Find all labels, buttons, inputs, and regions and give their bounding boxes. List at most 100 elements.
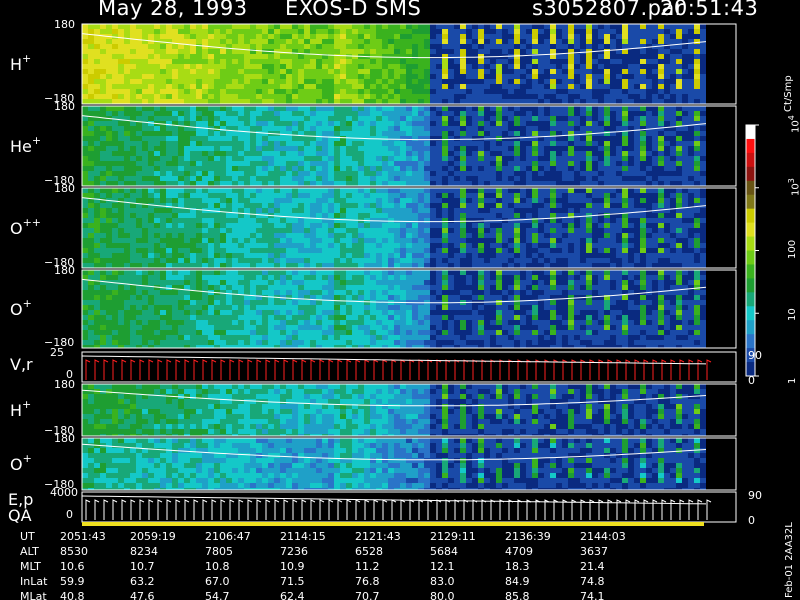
orbit-value: 7805 (205, 545, 233, 558)
right-tick-bottom: 0 (748, 514, 755, 527)
orbit-value: 54.7 (205, 590, 230, 600)
colorbar-segment (746, 334, 755, 349)
orbit-row-name: UT (20, 530, 35, 543)
right-tick-top: 90 (748, 489, 762, 502)
orbit-value: 40.8 (60, 590, 85, 600)
y-tick-bottom: 0 (66, 508, 73, 521)
orbit-value: 2129:11 (430, 530, 476, 543)
y-tick-top: 180 (54, 264, 75, 277)
orbit-value: 4709 (505, 545, 533, 558)
colorbar-segment (746, 194, 755, 210)
panel-heatmap (82, 24, 706, 104)
orbit-value: 71.5 (280, 575, 305, 588)
right-tick-top: 90 (748, 349, 762, 362)
orbit-value: 74.8 (580, 575, 605, 588)
orbit-value: 84.9 (505, 575, 530, 588)
plot-canvas (81, 23, 759, 526)
panel-frame (82, 352, 736, 382)
orbit-value: 63.2 (130, 575, 155, 588)
panel-label: H+ (10, 398, 32, 420)
orbit-row-name: InLat (20, 575, 48, 588)
header-time: 20:51:43 (660, 0, 759, 20)
orbit-value: 5684 (430, 545, 458, 558)
orbit-value: 11.2 (355, 560, 380, 573)
exos-d-sms-plot: May 28, 1993 EXOS-D SMS s3052807.par 20:… (0, 0, 800, 600)
panel-label: O+ (10, 452, 32, 474)
orbit-value: 2114:15 (280, 530, 326, 543)
orbit-value: 59.9 (60, 575, 85, 588)
orbit-value: 10.6 (60, 560, 85, 573)
panel-heatmap (82, 188, 706, 268)
panel-label: E,p QA (8, 490, 34, 525)
y-tick-top: 180 (54, 432, 75, 445)
orbit-value: 76.8 (355, 575, 380, 588)
orbit-value: 83.0 (430, 575, 455, 588)
colorbar-segment (746, 180, 755, 196)
right-tick-bottom: 0 (748, 374, 755, 387)
colorbar-tick-label: 100 (787, 239, 798, 259)
orbit-value: 85.8 (505, 590, 530, 600)
y-tick-top: 180 (54, 100, 75, 113)
orbit-value: 2106:47 (205, 530, 251, 543)
panel-heatmap (82, 270, 706, 348)
panel-frame (82, 492, 736, 522)
orbit-value: 2121:43 (355, 530, 401, 543)
orbit-value: 74.1 (580, 590, 605, 600)
colorbar-segment (746, 166, 755, 182)
colorbar-segment (746, 236, 755, 251)
y-tick-top: 25 (50, 346, 64, 359)
colorbar-segment (746, 250, 755, 265)
orbit-value: 2059:19 (130, 530, 176, 543)
colorbar-segment (746, 138, 755, 154)
panel-label: H+ (10, 52, 32, 74)
orbit-value: 70.7 (355, 590, 380, 600)
orbit-value: 47.6 (130, 590, 155, 600)
orbit-value: 2144:03 (580, 530, 626, 543)
orbit-value: 7236 (280, 545, 308, 558)
stamp: Feb-01 2AA32L (784, 522, 795, 598)
orbit-value: 12.1 (430, 560, 455, 573)
colorbar-segment (746, 264, 755, 279)
colorbar-segment (746, 208, 755, 224)
orbit-row-name: MLT (20, 560, 41, 573)
orbit-value: 2051:43 (60, 530, 106, 543)
colorbar-segment (746, 292, 755, 307)
orbit-value: 2136:39 (505, 530, 551, 543)
orbit-value: 10.8 (205, 560, 230, 573)
orbit-row-name: MLat (20, 590, 47, 600)
orbit-value: 62.4 (280, 590, 305, 600)
colorbar-segment (746, 320, 755, 335)
panel-label: O+ (10, 297, 32, 319)
colorbar-tick-label: 10 (787, 308, 798, 322)
orbit-value: 8234 (130, 545, 158, 558)
orbit-value: 6528 (355, 545, 383, 558)
y-tick-top: 180 (54, 18, 75, 31)
colorbar-segment (746, 306, 755, 321)
orbit-value: 18.3 (505, 560, 530, 573)
y-tick-top: 4000 (50, 486, 78, 499)
panel-label: O++ (10, 216, 42, 238)
orbit-value: 10.9 (280, 560, 305, 573)
y-tick-top: 180 (54, 182, 75, 195)
orbit-value: 10.7 (130, 560, 155, 573)
colorbar-unit: Ct/Smp (783, 75, 794, 112)
panel-label: V,r (10, 355, 33, 374)
orbit-value: 3637 (580, 545, 608, 558)
header-instrument: EXOS-D SMS (285, 0, 422, 20)
panel-heatmap (82, 106, 706, 186)
colorbar-tick-label: 103 (787, 177, 800, 196)
orbit-value: 21.4 (580, 560, 605, 573)
colorbar-segment (746, 278, 755, 293)
y-tick-top: 180 (54, 378, 75, 391)
colorbar-tick-label: 104 (787, 115, 800, 133)
orbit-value: 67.0 (205, 575, 230, 588)
header-date: May 28, 1993 (98, 0, 248, 20)
orbit-value: 8530 (60, 545, 88, 558)
colorbar-segment (746, 222, 755, 238)
panel-label: He+ (10, 134, 42, 156)
orbit-value: 80.0 (430, 590, 455, 600)
panel-heatmap (82, 384, 706, 436)
qa-bar (82, 522, 704, 526)
colorbar-segment (746, 125, 755, 140)
colorbar-tick-label: 1 (787, 377, 798, 384)
